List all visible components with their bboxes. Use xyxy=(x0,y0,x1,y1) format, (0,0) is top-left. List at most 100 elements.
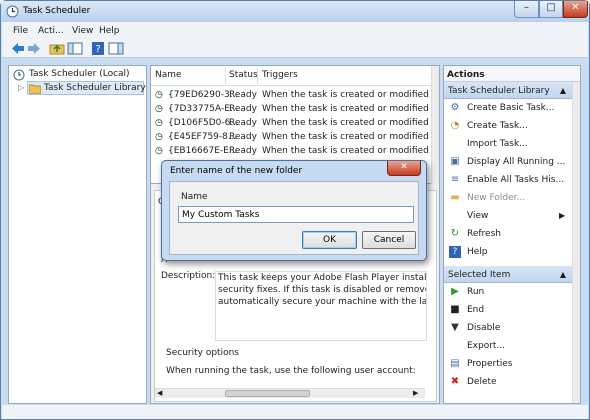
description-line: security fixes. If this task is disabled… xyxy=(218,285,426,295)
maximize-button[interactable]: □ xyxy=(539,1,563,18)
actions-pane: Actions Task Scheduler Library ▲ ⚙ Create… xyxy=(443,65,581,404)
collapse-icon[interactable]: ▲ xyxy=(560,270,566,279)
action-export[interactable]: Export... xyxy=(444,338,572,355)
task-status: Ready xyxy=(229,118,257,128)
help-icon[interactable]: ? xyxy=(90,41,106,56)
description-text[interactable]: This task keeps your Adobe Flash Player … xyxy=(215,271,427,341)
task-trigger: When the task is created or modified xyxy=(262,90,429,100)
delete-icon: ✖ xyxy=(450,376,460,387)
menu-action[interactable]: Acti... xyxy=(38,26,64,36)
action-view[interactable]: View ▶ xyxy=(444,208,572,225)
action-import-task[interactable]: Import Task... xyxy=(444,136,572,153)
action-refresh[interactable]: ↻ Refresh xyxy=(444,226,572,243)
tree-item-library[interactable]: Task Scheduler Library xyxy=(27,81,146,95)
up-folder-icon[interactable] xyxy=(49,41,65,56)
task-trigger: When the task is created or modified xyxy=(262,118,429,128)
window-title: Task Scheduler xyxy=(23,6,91,16)
disable-icon: ▼ xyxy=(451,322,459,333)
column-divider[interactable] xyxy=(225,68,226,84)
horizontal-scrollbar[interactable]: ◀ ▶ xyxy=(155,388,425,398)
column-header-name[interactable]: Name xyxy=(155,70,182,80)
create-task-icon: ◔ xyxy=(450,120,460,131)
scroll-left-icon[interactable]: ◀ xyxy=(157,389,162,397)
action-new-folder[interactable]: ▬ New Folder... xyxy=(444,190,572,207)
task-name: {EB16667E-E... xyxy=(168,146,238,156)
properties-pane-icon[interactable] xyxy=(108,41,124,56)
svg-text:?: ? xyxy=(95,44,100,55)
menu-file[interactable]: File xyxy=(13,26,28,36)
action-label: Run xyxy=(467,287,485,297)
description-line: This task keeps your Adobe Flash Player … xyxy=(218,273,427,283)
back-arrow-icon[interactable] xyxy=(10,41,26,56)
header-divider xyxy=(151,85,431,86)
task-trigger: When the task is created or modified xyxy=(262,104,429,114)
actions-header: Actions xyxy=(444,66,580,82)
action-enable-history[interactable]: ≡ Enable All Tasks His... xyxy=(444,172,572,189)
action-help[interactable]: ? Help xyxy=(444,244,572,261)
action-end[interactable]: ■ End xyxy=(444,302,572,319)
action-label: Enable All Tasks His... xyxy=(467,175,565,185)
run-as-text: When running the task, use the following… xyxy=(166,366,416,376)
action-label: End xyxy=(467,305,485,315)
action-display-running[interactable]: ▣ Display All Running ... xyxy=(444,154,572,171)
status-bar xyxy=(2,405,588,419)
dialog-close-button[interactable]: ✕ xyxy=(387,161,421,176)
menu-bar: File Acti... View Help xyxy=(2,22,588,40)
task-status: Ready xyxy=(229,104,257,114)
action-delete[interactable]: ✖ Delete xyxy=(444,374,572,391)
column-header-triggers[interactable]: Triggers xyxy=(262,70,298,80)
action-run[interactable]: ▶ Run xyxy=(444,284,572,301)
action-label: New Folder... xyxy=(467,193,526,203)
action-create-task[interactable]: ◔ Create Task... xyxy=(444,118,572,135)
section-title: Selected Item xyxy=(448,270,511,280)
dialog-body: Name OK Cancel xyxy=(169,181,419,255)
table-row[interactable]: ◷ {7D33775A-E... Ready When the task is … xyxy=(151,102,431,116)
minimize-icon: – xyxy=(524,2,529,13)
scroll-right-icon[interactable]: ▶ xyxy=(413,389,418,397)
menu-help[interactable]: Help xyxy=(99,26,120,36)
column-header-status[interactable]: Status xyxy=(229,70,258,80)
table-row[interactable]: ◷ {D106F5D0-6... Ready When the task is … xyxy=(151,116,431,130)
folder-icon xyxy=(29,84,41,94)
task-status: Ready xyxy=(229,132,257,142)
toolbar: ? xyxy=(2,40,588,58)
actions-section-selected[interactable]: Selected Item ▲ xyxy=(444,266,572,283)
clock-icon xyxy=(13,69,25,81)
action-label: Help xyxy=(467,247,488,257)
title-bar[interactable]: Task Scheduler xyxy=(1,1,589,22)
new-folder-dialog: Enter name of the new folder ✕ Name OK C… xyxy=(161,160,427,261)
import-task-icon xyxy=(449,138,461,150)
show-hide-pane-icon[interactable] xyxy=(67,41,83,56)
table-row[interactable]: ◷ {EB16667E-E... Ready When the task is … xyxy=(151,144,431,158)
minimize-button[interactable]: – xyxy=(514,1,539,18)
history-icon: ≡ xyxy=(450,174,460,185)
task-status: Ready xyxy=(229,90,257,100)
actions-section-library[interactable]: Task Scheduler Library ▲ xyxy=(444,82,572,99)
tree-item-library-label: Task Scheduler Library xyxy=(44,83,146,93)
description-line: automatically secure your machine with t… xyxy=(218,297,427,307)
task-name: {79ED6290-3... xyxy=(168,90,239,100)
task-status: Ready xyxy=(229,146,257,156)
action-properties[interactable]: ▤ Properties xyxy=(444,356,572,373)
action-label: Create Basic Task... xyxy=(467,103,555,113)
vertical-scrollbar[interactable] xyxy=(431,66,439,184)
action-create-basic-task[interactable]: ⚙ Create Basic Task... xyxy=(444,100,572,117)
forward-arrow-icon[interactable] xyxy=(26,41,42,56)
task-icon: ◷ xyxy=(155,90,163,100)
table-row[interactable]: ◷ {E45EF759-8... Ready When the task is … xyxy=(151,130,431,144)
actions-scrollbar[interactable] xyxy=(572,82,580,403)
ok-button[interactable]: OK xyxy=(302,231,357,249)
cancel-button[interactable]: Cancel xyxy=(362,231,416,249)
action-label: Import Task... xyxy=(467,139,528,149)
close-icon: ✕ xyxy=(571,2,580,13)
table-row[interactable]: ◷ {79ED6290-3... Ready When the task is … xyxy=(151,88,431,102)
scroll-thumb[interactable] xyxy=(225,390,310,397)
column-divider[interactable] xyxy=(257,68,258,84)
action-disable[interactable]: ▼ Disable xyxy=(444,320,572,337)
close-button[interactable]: ✕ xyxy=(563,1,588,18)
expand-arrow-icon[interactable]: ▷ xyxy=(18,83,24,92)
collapse-icon[interactable]: ▲ xyxy=(560,86,566,95)
help-icon: ? xyxy=(449,246,461,258)
menu-view[interactable]: View xyxy=(72,26,93,36)
folder-name-input[interactable] xyxy=(178,206,414,223)
